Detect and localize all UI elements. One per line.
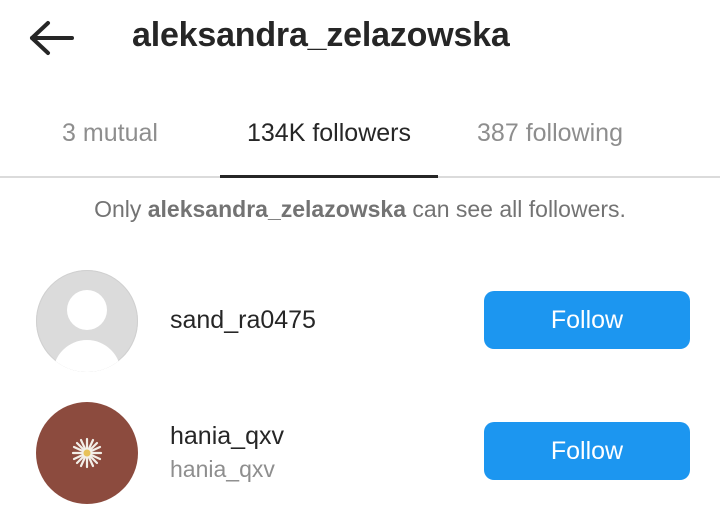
- back-button[interactable]: [28, 18, 76, 58]
- tab-followers[interactable]: 134K followers: [220, 96, 438, 174]
- follower-username[interactable]: sand_ra0475: [170, 306, 316, 335]
- tab-following[interactable]: 387 following: [450, 96, 650, 174]
- arrow-left-icon: [30, 21, 74, 55]
- tab-bar: 3 mutual 134K followers 387 following: [0, 96, 720, 178]
- notice-suffix: can see all followers.: [406, 196, 626, 222]
- default-avatar-icon[interactable]: [36, 270, 138, 372]
- top-bar: aleksandra_zelazowska: [0, 0, 720, 80]
- follower-fullname: hania_qxv: [170, 456, 275, 482]
- active-tab-indicator: [220, 175, 438, 178]
- follower-username[interactable]: hania_qxv: [170, 422, 284, 451]
- tab-mutual[interactable]: 3 mutual: [30, 96, 190, 174]
- notice-prefix: Only: [94, 196, 148, 222]
- page-title: aleksandra_zelazowska: [132, 16, 510, 54]
- notice-username: aleksandra_zelazowska: [147, 196, 407, 222]
- follow-button[interactable]: Follow: [484, 291, 690, 349]
- flower-icon: [71, 437, 103, 469]
- list-item: hania_qxv hania_qxv Follow: [0, 396, 720, 506]
- follow-button[interactable]: Follow: [484, 422, 690, 480]
- list-item: sand_ra0475 Follow: [0, 264, 720, 374]
- avatar[interactable]: [36, 402, 138, 504]
- followers-visibility-notice: Only aleksandra_zelazowska can see all f…: [0, 196, 720, 223]
